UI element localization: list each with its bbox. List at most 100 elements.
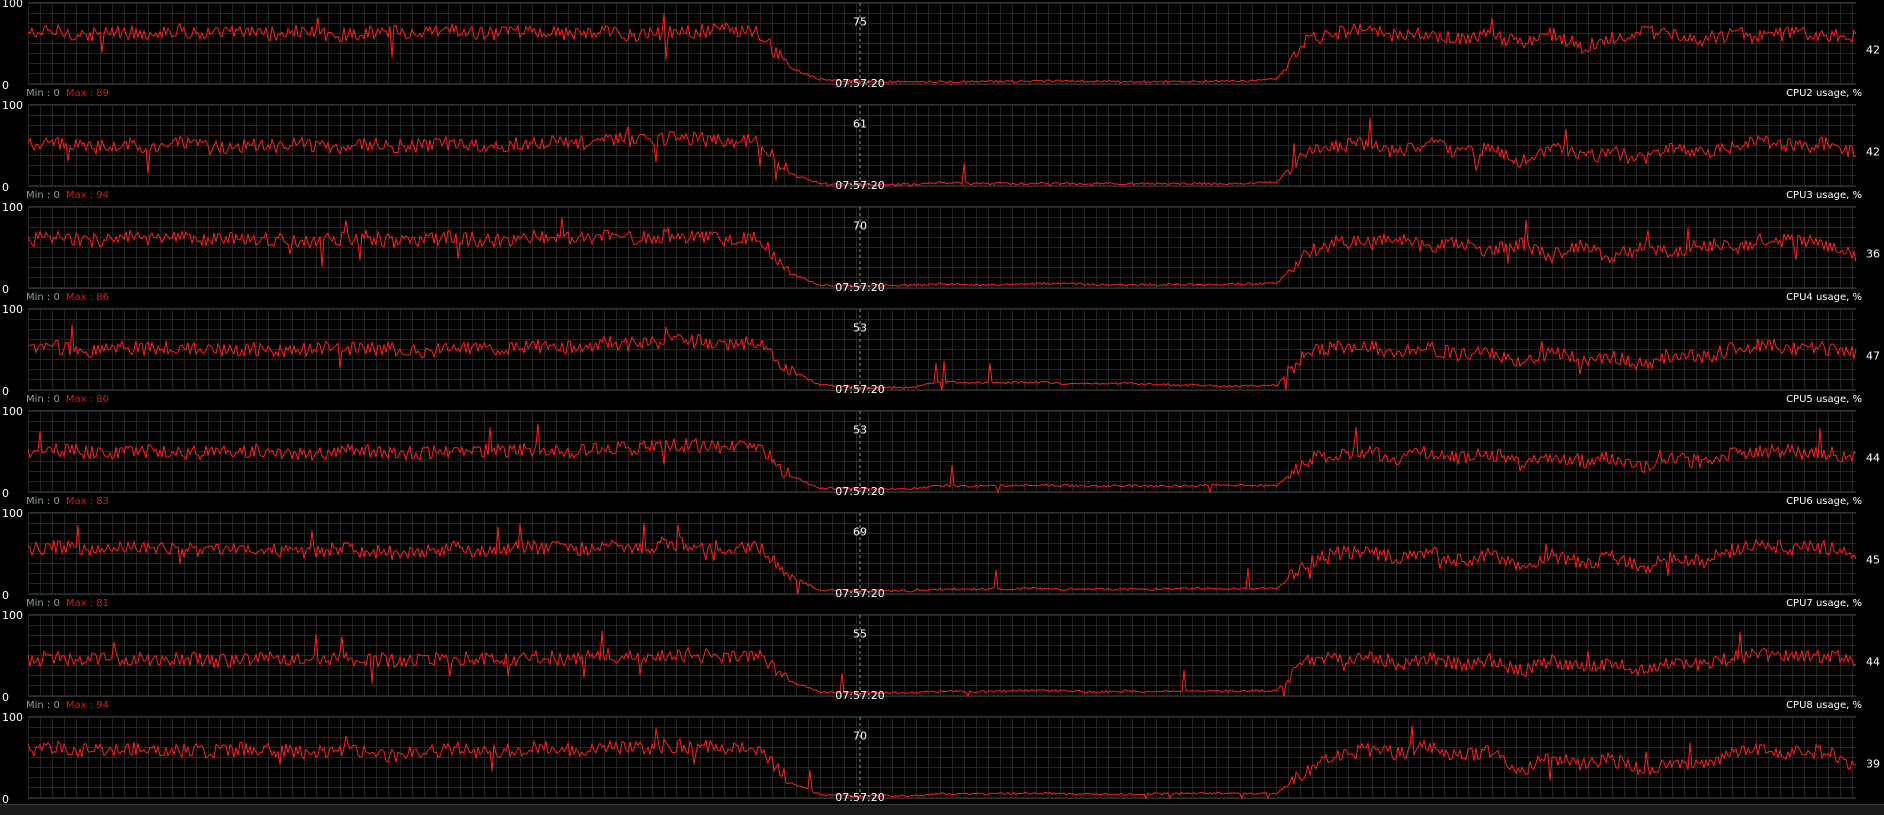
max-label: Max : 83 [65,496,109,507]
series-name-label: CPU5 usage, % [1786,394,1862,405]
cursor-time-label: 07:57:20 [835,791,885,804]
max-label: Max : 81 [65,598,109,609]
cpu-usage-series-line [27,423,1857,494]
usage-line-chart [27,615,1857,698]
usage-line-chart [27,3,1857,86]
current-value-label: 36 [1866,247,1880,261]
cpu-usage-series-line [27,117,1857,187]
min-label: Min : 0 [26,88,60,99]
cpu-usage-series-line [27,725,1857,800]
cpu-graph-panel: 100 0 07:57:20 55 44 Min : 0 Max : 81 CPU7 usag… [0,598,1884,713]
bottom-scrollbar-strip[interactable] [0,804,1884,815]
min-label: Min : 0 [26,190,60,201]
series-name-label: CPU4 usage, % [1786,292,1862,303]
usage-line-chart [27,411,1857,494]
cpu-graph-panel: 100 0 07:57:20 69 45 Min : 0 Max : 83 CPU6 usag… [0,496,1884,611]
cpu-graph-panel: 100 0 07:57:20 53 47 Min : 0 Max : 86 CPU4 usag… [0,292,1884,407]
max-label: Max : 86 [65,292,109,303]
cpu-graph-panel: 100 0 07:57:20 61 42 Min : 0 Max : 89 CPU2 usag… [0,88,1884,203]
cpu-graph-panel: 100 0 07:57:20 70 36 Min : 0 Max : 94 CPU3 usag… [0,190,1884,305]
cursor-value-label: 69 [853,525,867,539]
y-tick-min: 0 [2,79,9,92]
y-tick-max: 100 [2,201,23,214]
min-label: Min : 0 [26,496,60,507]
graph-plot-area [27,206,1857,289]
min-max-labels: Min : 0 Max : 86 [26,292,109,304]
series-name-label: CPU8 usage, % [1786,700,1862,711]
cpu-graph-panel: 100 0 07:57:20 75 42 [0,0,1884,101]
min-max-labels: Min : 0 Max : 89 [26,88,109,100]
usage-line-chart [27,105,1857,187]
cpu-graph-panel: 100 0 07:57:20 53 44 Min : 0 Max : 80 CPU5 usag… [0,394,1884,509]
cursor-value-label: 70 [853,729,867,743]
min-max-labels: Min : 0 Max : 94 [26,700,109,712]
hardware-monitor-graphs: 100 0 07:57:20 75 42 100 0 07:57:20 61 42 Min : 0M… [0,0,1884,814]
min-max-labels: Min : 0 Max : 94 [26,190,109,202]
y-tick-min: 0 [2,181,9,194]
y-tick-min: 0 [2,385,9,398]
cpu-graph-panel: 100 0 07:57:20 70 39 Min : 0 Max : 94 CPU8 usag… [0,700,1884,815]
y-tick-max: 100 [2,99,23,112]
y-tick-max: 100 [2,0,23,10]
cpu-usage-series-line [27,522,1857,595]
current-value-label: 42 [1866,43,1880,57]
min-max-labels: Min : 0 Max : 83 [26,496,109,508]
cursor-value-label: 55 [853,627,867,641]
min-max-labels: Min : 0 Max : 81 [26,598,109,610]
max-label: Max : 94 [65,190,109,201]
usage-line-chart [27,513,1857,595]
min-label: Min : 0 [26,394,60,405]
current-value-label: 39 [1866,757,1880,771]
min-label: Min : 0 [26,598,60,609]
current-value-label: 44 [1866,451,1880,465]
y-tick-min: 0 [2,487,9,500]
y-tick-max: 100 [2,303,23,316]
cursor-time-label: 07:57:20 [835,587,885,600]
graph-plot-area [27,410,1857,494]
cpu-usage-series-line [27,630,1857,698]
y-tick-min: 0 [2,283,9,296]
cursor-value-label: 53 [853,321,867,335]
usage-line-chart [27,717,1857,800]
cpu-usage-series-line [27,13,1857,86]
min-max-labels: Min : 0 Max : 80 [26,394,109,406]
usage-line-chart [27,207,1857,289]
current-value-label: 42 [1866,145,1880,159]
series-name-label: CPU7 usage, % [1786,598,1862,609]
series-name-label: CPU3 usage, % [1786,190,1862,201]
y-tick-max: 100 [2,609,23,622]
graph-plot-area [27,2,1857,86]
graph-plot-area [27,104,1857,187]
graph-plot-area [27,614,1857,698]
min-label: Min : 0 [26,292,60,303]
current-value-label: 47 [1866,349,1880,363]
y-tick-min: 0 [2,691,9,704]
max-label: Max : 80 [65,394,109,405]
series-name-label: CPU2 usage, % [1786,88,1862,99]
cursor-value-label: 61 [853,117,867,131]
y-tick-max: 100 [2,711,23,724]
cursor-time-label: 07:57:20 [835,689,885,702]
y-tick-max: 100 [2,405,23,418]
cursor-time-label: 07:57:20 [835,77,885,90]
cpu-usage-series-line [27,217,1857,289]
min-label: Min : 0 [26,700,60,711]
cursor-time-label: 07:57:20 [835,485,885,498]
cursor-value-label: 53 [853,423,867,437]
y-tick-min: 0 [2,589,9,602]
series-name-label: CPU6 usage, % [1786,496,1862,507]
cpu-usage-series-line [27,324,1857,391]
cursor-time-label: 07:57:20 [835,383,885,396]
y-tick-max: 100 [2,507,23,520]
cursor-time-label: 07:57:20 [835,179,885,192]
current-value-label: 45 [1866,553,1880,567]
cursor-value-label: 75 [853,15,867,29]
max-label: Max : 89 [65,88,109,99]
max-label: Max : 94 [65,700,109,711]
graph-plot-area [27,308,1857,391]
cursor-time-label: 07:57:20 [835,281,885,294]
graph-plot-area [27,512,1857,595]
cursor-value-label: 70 [853,219,867,233]
usage-line-chart [27,309,1857,391]
graph-plot-area [27,716,1857,800]
